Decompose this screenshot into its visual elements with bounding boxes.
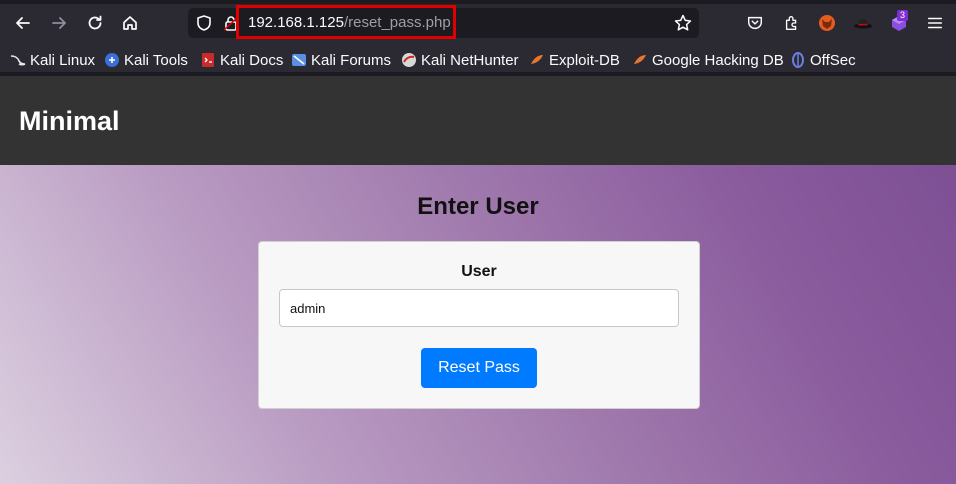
app-menu-button[interactable] (924, 12, 946, 34)
pocket-icon (747, 16, 763, 30)
bookmark-label: Kali Linux (30, 51, 96, 69)
hat-icon (854, 19, 872, 29)
page-title: Enter User (417, 193, 539, 220)
page-body: Enter User User Reset Pass (0, 165, 956, 484)
user-field-label: User (461, 263, 497, 280)
user-input[interactable] (279, 289, 679, 327)
bookmark-kali-nethunter[interactable]: Kali NetHunter (401, 50, 519, 70)
reset-pass-button[interactable]: Reset Pass (421, 348, 537, 388)
kali-dragon-icon (10, 55, 26, 66)
url-text[interactable]: 192.168.1.125/reset_pass.php (248, 14, 451, 31)
forward-button[interactable] (47, 11, 71, 35)
bookmarks-bar: Kali Linux Kali Tools Kali Docs Kali For… (0, 46, 956, 72)
pocket-button[interactable] (744, 12, 766, 34)
bookmark-kali-forums[interactable]: Kali Forums (291, 50, 391, 70)
bookmark-label: OffSec (810, 51, 856, 69)
bookmark-kali-docs[interactable]: Kali Docs (200, 50, 283, 70)
foxyproxy-icon (819, 15, 835, 31)
tab-strip-edge (0, 0, 956, 4)
bookmark-label: Exploit-DB (549, 51, 620, 69)
kali-docs-icon (202, 53, 214, 67)
url-path: /reset_pass.php (343, 14, 451, 31)
kali-forums-icon (292, 54, 306, 66)
url-host: 192.168.1.125 (248, 14, 344, 31)
back-button[interactable] (11, 11, 35, 35)
puzzle-icon (785, 16, 797, 30)
bookmark-label: Kali NetHunter (421, 51, 519, 69)
home-button[interactable] (118, 11, 142, 35)
extension-fox-button[interactable] (816, 12, 838, 34)
bookmark-google-hacking-db[interactable]: Google Hacking DB (632, 50, 784, 70)
bookmark-offsec[interactable]: OffSec (790, 50, 856, 70)
url-bar[interactable]: 192.168.1.125/reset_pass.php (188, 5, 699, 39)
bookmark-kali-linux[interactable]: Kali Linux (10, 50, 95, 70)
extension-badge: 3 (897, 10, 909, 21)
offsec-icon (792, 52, 804, 68)
nethunter-icon (402, 53, 416, 67)
extensions-button[interactable] (781, 12, 803, 34)
tracking-shield-icon[interactable] (195, 14, 213, 32)
reload-button[interactable] (83, 11, 107, 35)
kali-tools-icon (105, 53, 119, 67)
bookmark-exploit-db[interactable]: Exploit-DB (529, 50, 620, 70)
bookmark-star-icon[interactable] (673, 13, 693, 33)
extension-hat-button[interactable] (852, 12, 874, 34)
bookmark-kali-tools[interactable]: Kali Tools (104, 50, 188, 70)
arrow-right-icon (52, 17, 66, 29)
bookmark-label: Kali Forums (311, 51, 392, 69)
home-icon (123, 16, 137, 30)
exploit-db-icon (531, 55, 543, 64)
bookmark-label: Google Hacking DB (652, 51, 784, 69)
site-header: Minimal (0, 76, 956, 165)
browser-toolbar: 192.168.1.125/reset_pass.php 3 (0, 0, 956, 46)
bookmark-label: Kali Docs (220, 51, 284, 69)
ghdb-icon (634, 55, 646, 64)
reload-icon (88, 15, 102, 30)
hamburger-menu-icon (927, 17, 943, 29)
reset-form-card: User Reset Pass (258, 241, 700, 409)
site-brand[interactable]: Minimal (19, 106, 120, 137)
arrow-left-icon (16, 17, 30, 29)
bookmark-label: Kali Tools (124, 51, 188, 69)
